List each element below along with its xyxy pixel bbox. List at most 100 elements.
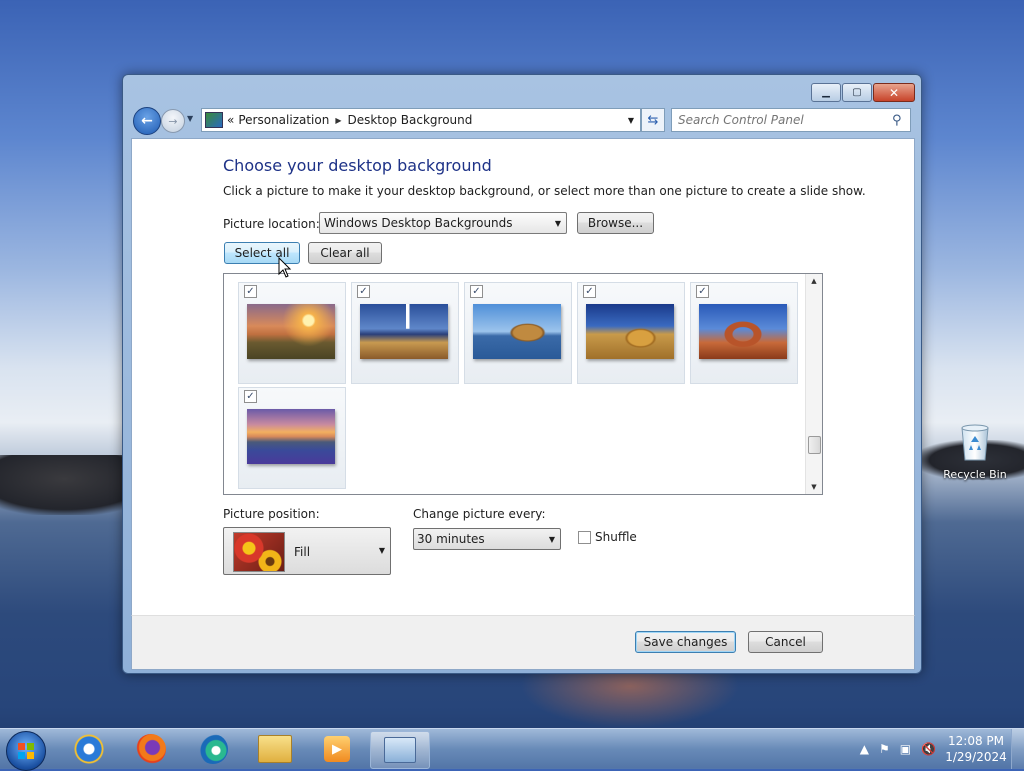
gallery-tile-lighthouse[interactable]: ✓ xyxy=(351,282,459,384)
back-arrow-icon: ← xyxy=(141,113,153,129)
gallery-tile-hay-bale[interactable]: ✓ xyxy=(577,282,685,384)
tile-checkbox[interactable]: ✓ xyxy=(583,285,596,298)
wallpaper-thumbnail xyxy=(247,409,335,464)
scrollbar-thumb[interactable] xyxy=(808,436,821,454)
control-panel-icon xyxy=(384,737,416,763)
change-picture-every-label: Change picture every: xyxy=(413,507,546,521)
picture-gallery: ✓ ✓ ✓ ✓ ✓ ✓ ▲ ▼ xyxy=(223,273,823,495)
wallpaper-thumbnail xyxy=(473,304,561,359)
picture-position-label: Picture position: xyxy=(223,507,320,521)
control-panel-icon xyxy=(205,112,223,128)
edge-icon xyxy=(198,734,228,764)
tile-checkbox[interactable]: ✓ xyxy=(244,285,257,298)
close-button[interactable]: ✕ xyxy=(873,83,915,102)
page-title: Choose your desktop background xyxy=(223,156,492,175)
taskbar-edge[interactable] xyxy=(186,731,240,767)
gallery-tile-lake-flowers[interactable]: ✓ xyxy=(238,387,346,489)
taskbar-firefox[interactable] xyxy=(124,731,178,767)
cancel-button[interactable]: Cancel xyxy=(748,631,823,653)
wallpaper-thumbnail xyxy=(699,304,787,359)
volume-muted-icon[interactable]: 🔇 xyxy=(921,742,936,756)
firefox-icon xyxy=(136,734,166,764)
chevron-down-icon: ▼ xyxy=(378,546,385,555)
clock[interactable]: 12:08 PM 1/29/2024 xyxy=(941,733,1011,765)
show-hidden-icons-icon[interactable]: ▲ xyxy=(860,742,869,756)
change-picture-every-dropdown[interactable]: 30 minutes ▼ xyxy=(413,528,561,550)
picture-location-dropdown[interactable]: Windows Desktop Backgrounds ▼ xyxy=(319,212,567,234)
shuffle-option[interactable]: Shuffle xyxy=(578,530,637,544)
tile-checkbox[interactable]: ✓ xyxy=(696,285,709,298)
address-dropdown-icon[interactable]: ▼ xyxy=(628,116,634,125)
taskbar-control-panel[interactable] xyxy=(370,731,430,769)
page-description: Click a picture to make it your desktop … xyxy=(223,184,866,198)
address-overflow-chevron[interactable]: « xyxy=(227,113,234,127)
forward-arrow-icon: → xyxy=(168,114,178,128)
windows-logo-icon xyxy=(18,743,34,759)
tile-checkbox[interactable]: ✓ xyxy=(470,285,483,298)
forward-button[interactable]: → xyxy=(161,109,185,133)
gallery-tile-sunset-field[interactable]: ✓ xyxy=(238,282,346,384)
clear-all-button[interactable]: Clear all xyxy=(308,242,382,264)
navigation-bar: ← → ▼ « Personalization ▶ Desktop Backgr… xyxy=(131,106,913,135)
search-icon[interactable]: ⚲ xyxy=(892,113,910,128)
minimize-icon: ▁ xyxy=(822,86,830,98)
network-icon[interactable]: ▣ xyxy=(900,742,911,756)
desktop-wallpaper-sunglow xyxy=(520,668,740,728)
tile-checkbox[interactable]: ✓ xyxy=(357,285,370,298)
save-changes-button[interactable]: Save changes xyxy=(635,631,736,653)
wallpaper-thumbnail xyxy=(247,304,335,359)
taskbar-file-explorer[interactable] xyxy=(248,731,302,767)
maximize-button[interactable]: ▢ xyxy=(842,83,872,102)
minimize-button[interactable]: ▁ xyxy=(811,83,841,102)
taskbar-internet-explorer[interactable] xyxy=(62,731,116,767)
gallery-tile-delicate-arch[interactable]: ✓ xyxy=(690,282,798,384)
show-desktop-button[interactable] xyxy=(1011,729,1024,769)
dialog-footer: Save changes Cancel xyxy=(131,615,915,670)
mouse-pointer-icon xyxy=(278,256,292,282)
refresh-icon: ⇆ xyxy=(647,112,659,128)
tile-checkbox[interactable]: ✓ xyxy=(244,390,257,403)
taskbar-media-player[interactable]: ▶ xyxy=(310,731,364,767)
recycle-bin-desktop-icon[interactable]: Recycle Bin xyxy=(940,422,1010,481)
recycle-bin-icon xyxy=(959,422,991,462)
start-button[interactable] xyxy=(6,731,46,771)
recycle-bin-label: Recycle Bin xyxy=(943,468,1007,481)
maximize-icon: ▢ xyxy=(852,86,862,98)
caption-buttons: ▁ ▢ ✕ xyxy=(811,83,915,102)
search-input[interactable] xyxy=(672,112,892,128)
wallpaper-thumbnail xyxy=(360,304,448,359)
desktop-background-window: ▁ ▢ ✕ ← → ▼ « Personalization ▶ Desktop … xyxy=(122,74,922,674)
internet-explorer-icon xyxy=(74,734,104,764)
breadcrumb-separator-icon[interactable]: ▶ xyxy=(335,116,341,125)
chevron-down-icon: ▼ xyxy=(548,534,555,544)
taskbar: ▶ ▲ ⚑ ▣ 🔇 12:08 PM 1/29/2024 xyxy=(0,728,1024,771)
action-center-flag-icon[interactable]: ⚑ xyxy=(879,742,890,756)
search-box[interactable]: ⚲ xyxy=(671,108,911,132)
system-tray: ▲ ⚑ ▣ 🔇 12:08 PM 1/29/2024 xyxy=(855,729,1024,769)
position-preview-image xyxy=(233,532,285,572)
address-bar[interactable]: « Personalization ▶ Desktop Background ▼ xyxy=(201,108,641,132)
refresh-button[interactable]: ⇆ xyxy=(641,108,665,132)
scroll-up-icon[interactable]: ▲ xyxy=(806,274,822,288)
picture-location-label: Picture location: xyxy=(223,217,320,231)
clock-date: 1/29/2024 xyxy=(945,750,1007,764)
scroll-down-icon[interactable]: ▼ xyxy=(806,480,822,494)
picture-position-value: Fill xyxy=(294,545,311,559)
clock-time: 12:08 PM xyxy=(948,734,1004,748)
picture-position-dropdown[interactable]: Fill ▼ xyxy=(223,527,391,575)
breadcrumb-desktop-background[interactable]: Desktop Background xyxy=(347,113,472,127)
change-picture-every-value: 30 minutes xyxy=(417,532,485,546)
browse-button[interactable]: Browse... xyxy=(577,212,654,234)
gallery-scrollbar[interactable]: ▲ ▼ xyxy=(805,274,822,494)
close-icon: ✕ xyxy=(888,85,900,100)
recent-pages-dropdown[interactable]: ▼ xyxy=(187,114,193,123)
back-button[interactable]: ← xyxy=(133,107,161,135)
chevron-down-icon: ▼ xyxy=(554,218,561,228)
media-player-icon: ▶ xyxy=(324,736,350,762)
gallery-tile-sea-rock[interactable]: ✓ xyxy=(464,282,572,384)
wallpaper-thumbnail xyxy=(586,304,674,359)
shuffle-checkbox[interactable] xyxy=(578,530,591,544)
shuffle-label: Shuffle xyxy=(595,530,637,544)
folder-icon xyxy=(258,735,292,763)
breadcrumb-personalization[interactable]: Personalization xyxy=(238,113,329,127)
